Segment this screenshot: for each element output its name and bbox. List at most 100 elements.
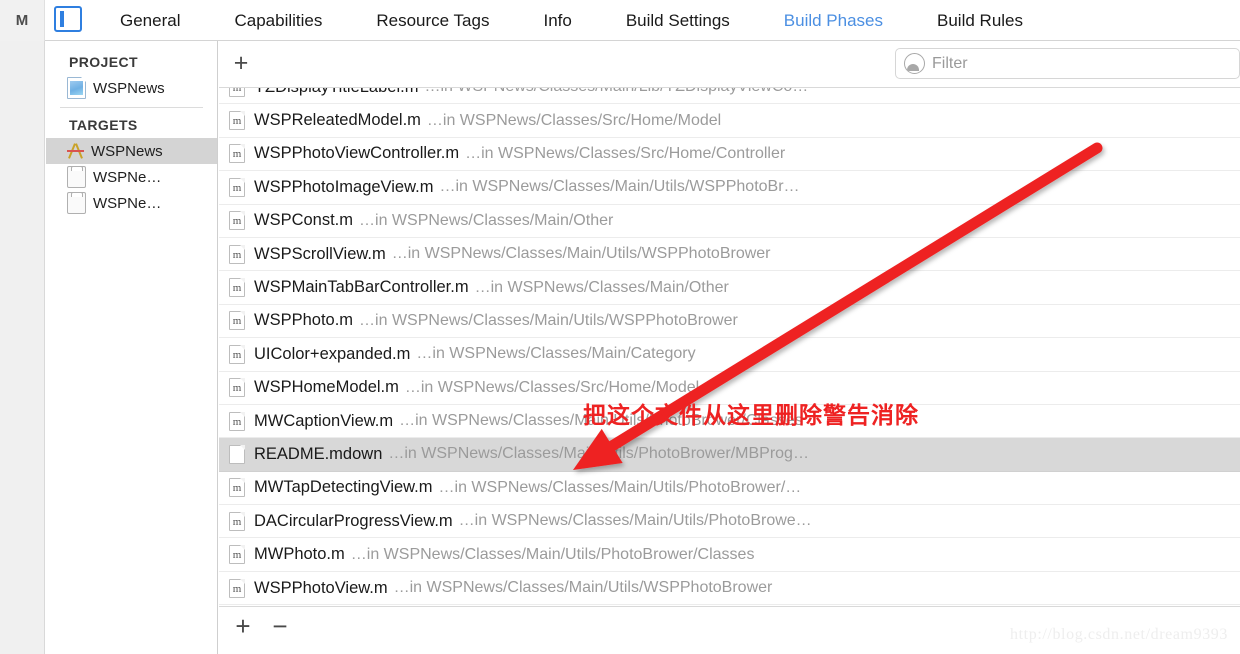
file-path: …in WSPNews/Classes/Main/Utils/WSPPhotoB… — [439, 178, 800, 196]
xcode-project-icon — [67, 77, 86, 99]
file-extension-glyph: m — [232, 248, 242, 261]
add-build-phase-button[interactable]: + — [228, 51, 254, 77]
file-name: MWTapDetectingView.m — [254, 478, 433, 497]
filter-search-box[interactable]: Filter — [895, 48, 1240, 79]
bundle-target-icon — [67, 166, 86, 188]
sidebar-project-item-label: WSPNews — [93, 79, 165, 97]
filter-circle-icon — [904, 53, 925, 74]
top-tab-bar: M General Capabilities Resource Tags Info Bu… — [0, 0, 1240, 41]
tab-resource-tags[interactable]: Resource Tags — [376, 11, 489, 31]
objc-source-file-icon: m — [229, 578, 245, 598]
file-row[interactable]: m WSPPhotoView.m …in WSPNews/Classes/Main/… — [219, 572, 1240, 606]
file-name: WSPHomeModel.m — [254, 378, 399, 397]
file-extension-glyph: m — [232, 549, 242, 562]
file-path: …in WSPNews/Classes/Main/Utils/PhotoBrow… — [458, 512, 812, 530]
file-row[interactable]: m WSPReleatedModel.m …in WSPNews/Classes/S… — [219, 104, 1240, 138]
file-path: …in WSPNews/Classes/Main/Category — [416, 345, 696, 363]
remove-file-button[interactable]: − — [266, 613, 294, 641]
file-extension-glyph: m — [232, 215, 242, 228]
file-extension-glyph: m — [232, 115, 242, 128]
file-name: WSPReleatedModel.m — [254, 111, 421, 130]
targets-section-header: TARGETS — [69, 117, 138, 133]
file-row[interactable]: m DACircularProgressView.m …in WSPNews/Cla… — [219, 505, 1240, 539]
build-phases-panel: + Filter m YZDisplayTitleLabel.m …in WSPNe… — [219, 41, 1240, 654]
modified-badge: M — [0, 0, 45, 41]
file-path: …in WSPNews/Classes/Src/Home/Model — [426, 111, 722, 129]
file-path: …in WSPNews/Classes/Main/Utils/PhotoBrow… — [350, 545, 755, 563]
file-path: …in WSPNews/Classes/Main/Lib/YZDisplayVi… — [424, 88, 808, 96]
file-row[interactable]: m MWTapDetectingView.m …in WSPNews/Classes… — [219, 472, 1240, 506]
file-path: …in WSPNews/Classes/Main/Utils/WSPPhotoB… — [393, 579, 773, 597]
file-path: …in WSPNews/Classes/Src/Home/Model — [404, 378, 700, 396]
tab-info[interactable]: Info — [543, 11, 571, 31]
file-path: …in WSPNews/Classes/Main/Other — [359, 211, 614, 229]
objc-source-file-icon: m — [229, 478, 245, 498]
sidebar-project-item[interactable]: WSPNews — [46, 75, 217, 101]
file-row[interactable]: m WSPMainTabBarController.m …in WSPNews/Cl… — [219, 271, 1240, 305]
project-item-list: WSPNews — [46, 75, 217, 101]
file-extension-glyph: m — [232, 482, 242, 495]
file-name: UIColor+expanded.m — [254, 344, 411, 363]
file-path: …in WSPNews/Classes/Main/Utils/PhotoBrow… — [438, 478, 802, 496]
target-item-list: WSPNews WSPNe… WSPNe… — [46, 138, 217, 216]
file-name: WSPScrollView.m — [254, 244, 386, 263]
add-file-button[interactable]: + — [229, 613, 257, 641]
file-list-bottom-bar: + − http://blog.csdn.net/dream9393 — [219, 606, 1240, 654]
tab-general[interactable]: General — [120, 11, 180, 31]
file-name: MWCaptionView.m — [254, 411, 394, 430]
file-extension-glyph: m — [232, 315, 242, 328]
file-name: WSPMainTabBarController.m — [254, 278, 469, 297]
objc-source-file-icon: m — [229, 511, 245, 531]
file-name: WSPPhotoView.m — [254, 578, 388, 597]
objc-source-file-icon: m — [229, 111, 245, 131]
file-row[interactable]: README.mdown …in WSPNews/Classes/Main/Uti… — [219, 438, 1240, 472]
file-path: …in WSPNews/Classes/Main/Other — [474, 278, 729, 296]
file-name: WSPConst.m — [254, 211, 354, 230]
objc-source-file-icon: m — [229, 144, 245, 164]
file-row[interactable]: m MWPhoto.m …in WSPNews/Classes/Main/Utils… — [219, 538, 1240, 572]
sidebar-target-item[interactable]: WSPNews — [46, 138, 217, 164]
file-row[interactable]: m UIColor+expanded.m …in WSPNews/Classes/M… — [219, 338, 1240, 372]
file-row[interactable]: m WSPPhotoImageView.m …in WSPNews/Classes/… — [219, 171, 1240, 205]
file-extension-glyph: m — [232, 415, 242, 428]
file-row[interactable]: m MWCaptionView.m …in WSPNews/Classes/Main… — [219, 405, 1240, 439]
file-extension-glyph: m — [232, 515, 242, 528]
filter-input[interactable]: Filter — [932, 55, 968, 73]
file-row[interactable]: m WSPPhoto.m …in WSPNews/Classes/Main/Util… — [219, 305, 1240, 339]
file-name: MWPhoto.m — [254, 545, 345, 564]
file-row[interactable]: m WSPHomeModel.m …in WSPNews/Classes/Src/H… — [219, 372, 1240, 405]
sidebar-target-item[interactable]: WSPNe… — [46, 164, 217, 190]
file-extension-glyph: m — [232, 181, 242, 194]
tab-build-phases[interactable]: Build Phases — [784, 11, 883, 31]
file-name: WSPPhotoImageView.m — [254, 177, 434, 196]
objc-source-file-icon: m — [229, 411, 245, 431]
file-name: DACircularProgressView.m — [254, 511, 453, 530]
bundle-target-icon — [67, 192, 86, 214]
file-name: WSPPhoto.m — [254, 311, 354, 330]
file-extension-glyph: m — [232, 348, 242, 361]
file-row[interactable]: m WSPPhotoViewController.m …in WSPNews/Cla… — [219, 138, 1240, 172]
file-extension-glyph: m — [232, 148, 242, 161]
objc-source-file-icon: m — [229, 311, 245, 331]
sidebar-target-item[interactable]: WSPNe… — [46, 190, 217, 216]
objc-source-file-icon: m — [229, 88, 245, 97]
file-name: README.mdown — [254, 444, 383, 463]
tab-build-settings[interactable]: Build Settings — [626, 11, 730, 31]
sidebar-divider — [60, 107, 203, 108]
tab-build-rules[interactable]: Build Rules — [937, 11, 1023, 31]
file-row[interactable]: m WSPConst.m …in WSPNews/Classes/Main/Othe… — [219, 205, 1240, 238]
project-section-header: PROJECT — [69, 54, 138, 70]
sidebar-target-item-label: WSPNews — [91, 142, 163, 160]
sidebar-target-item-label: WSPNe… — [93, 168, 162, 186]
file-name: WSPPhotoViewController.m — [254, 144, 460, 163]
file-extension-glyph: m — [232, 582, 242, 595]
file-row[interactable]: m YZDisplayTitleLabel.m …in WSPNews/Classe… — [219, 88, 1240, 105]
tab-capabilities[interactable]: Capabilities — [234, 11, 322, 31]
objc-source-file-icon: m — [229, 244, 245, 264]
left-panel-toggle-icon[interactable] — [54, 6, 82, 32]
app-target-icon — [67, 141, 84, 161]
file-path: …in WSPNews/Classes/Main/Utils/WSPPhotoB… — [359, 311, 738, 329]
compile-sources-file-list[interactable]: m YZDisplayTitleLabel.m …in WSPNews/Classe… — [219, 88, 1240, 606]
file-path: …in WSPNews/Classes/Main/Utils/PhotoBrow… — [399, 412, 803, 430]
file-row[interactable]: m WSPScrollView.m …in WSPNews/Classes/Main… — [219, 238, 1240, 272]
